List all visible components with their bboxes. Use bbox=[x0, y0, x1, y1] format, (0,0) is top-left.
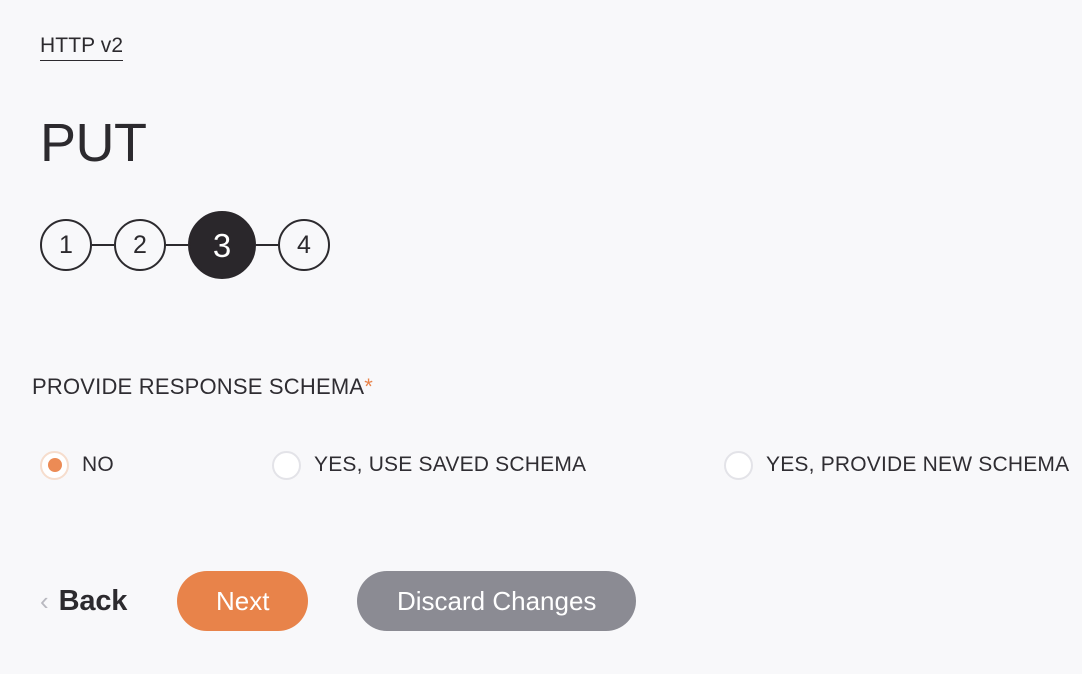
required-asterisk: * bbox=[364, 374, 373, 399]
radio-icon-yes-use-saved-schema[interactable] bbox=[272, 450, 301, 480]
field-label-text: PROVIDE RESPONSE SCHEMA bbox=[32, 374, 365, 399]
radio-label-no: NO bbox=[82, 453, 114, 476]
radio-option-no[interactable]: NO bbox=[40, 448, 114, 482]
radio-option-yes-provide-new-schema[interactable]: YES, PROVIDE NEW SCHEMA bbox=[724, 448, 1069, 482]
back-button-label: Back bbox=[58, 585, 128, 617]
radio-icon-no[interactable] bbox=[40, 450, 69, 480]
step-connector-1-2 bbox=[92, 244, 114, 246]
step-circle-4[interactable]: 4 bbox=[278, 219, 330, 271]
step-connector-2-3 bbox=[166, 244, 188, 246]
next-button-label: Next bbox=[215, 586, 270, 616]
step-circle-2[interactable]: 2 bbox=[114, 219, 166, 271]
discard-changes-button[interactable]: Discard Changes bbox=[357, 571, 637, 631]
radio-label-yes-use-saved-schema: YES, USE SAVED SCHEMA bbox=[314, 453, 587, 476]
action-bar: ‹ Back Next Discard Changes bbox=[40, 571, 637, 631]
back-button[interactable]: ‹ Back bbox=[40, 584, 127, 618]
field-label-provide-response-schema: PROVIDE RESPONSE SCHEMA* bbox=[32, 373, 373, 401]
radio-label-yes-provide-new-schema: YES, PROVIDE NEW SCHEMA bbox=[766, 453, 1070, 476]
breadcrumb-link-http-v2[interactable]: HTTP v2 bbox=[40, 33, 124, 61]
radio-group-response-schema: NO YES, USE SAVED SCHEMA YES, PROVIDE NE… bbox=[0, 448, 1082, 482]
breadcrumb: HTTP v2 bbox=[40, 33, 124, 61]
radio-option-yes-use-saved-schema[interactable]: YES, USE SAVED SCHEMA bbox=[272, 448, 586, 482]
discard-changes-button-label: Discard Changes bbox=[396, 586, 597, 616]
wizard-page: HTTP v2 PUT 1 2 3 4 PROVIDE RESPONSE SCH… bbox=[0, 0, 1082, 674]
radio-dot-icon bbox=[47, 458, 62, 472]
step-circle-1[interactable]: 1 bbox=[40, 219, 92, 271]
step-indicator: 1 2 3 4 bbox=[40, 211, 330, 279]
chevron-left-icon: ‹ bbox=[40, 586, 49, 616]
step-connector-3-4 bbox=[256, 244, 278, 246]
radio-icon-yes-provide-new-schema[interactable] bbox=[724, 450, 753, 480]
step-circle-3-active[interactable]: 3 bbox=[188, 211, 256, 279]
next-button[interactable]: Next bbox=[177, 571, 309, 631]
page-title: PUT bbox=[40, 113, 147, 173]
